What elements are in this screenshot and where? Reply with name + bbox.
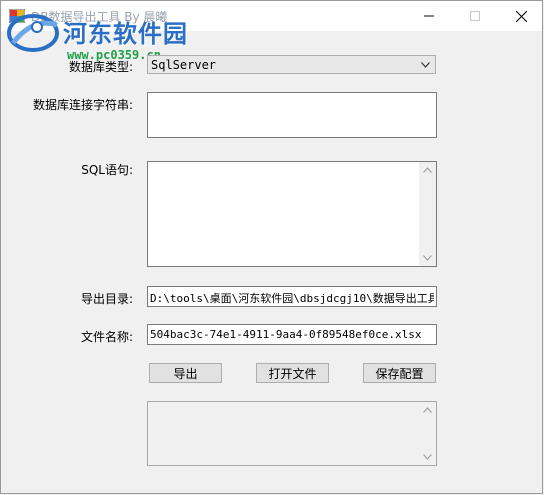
db-type-label: 数据库类型: — [68, 60, 133, 74]
log-output[interactable] — [147, 401, 437, 466]
scroll-down-icon[interactable] — [423, 255, 432, 261]
conn-string-input[interactable] — [147, 92, 437, 138]
app-window: DB数据导出工具 By 晨曦 河东软件园 www.pc0359.cn 数据库类型… — [0, 0, 543, 494]
watermark-logo-icon — [7, 14, 59, 52]
sql-scrollbar[interactable] — [419, 162, 436, 266]
sql-label: SQL语句: — [81, 163, 133, 177]
minimize-icon — [424, 15, 434, 17]
db-type-select[interactable]: SqlServer — [147, 55, 436, 74]
export-dir-value: D:\tools\桌面\河东软件园\dbsjdcgj10\数据导出工具 — [150, 292, 434, 305]
scroll-up-icon[interactable] — [423, 407, 432, 413]
maximize-button[interactable] — [452, 1, 498, 31]
scroll-down-icon[interactable] — [423, 454, 432, 460]
close-icon — [515, 10, 527, 22]
log-scrollbar[interactable] — [419, 402, 436, 465]
export-dir-input[interactable]: D:\tools\桌面\河东软件园\dbsjdcgj10\数据导出工具 — [147, 286, 437, 307]
export-button[interactable]: 导出 — [149, 363, 222, 383]
maximize-icon — [470, 11, 480, 21]
filename-value: 504bac3c-74e1-4911-9aa4-0f89548ef0ce.xls… — [150, 328, 422, 341]
chevron-down-icon — [421, 62, 430, 68]
conn-string-label: 数据库连接字符串: — [32, 98, 133, 112]
save-config-button[interactable]: 保存配置 — [363, 363, 436, 383]
open-file-button[interactable]: 打开文件 — [256, 363, 329, 383]
db-type-value: SqlServer — [151, 58, 217, 72]
filename-label: 文件名称: — [80, 330, 133, 344]
filename-input[interactable]: 504bac3c-74e1-4911-9aa4-0f89548ef0ce.xls… — [147, 324, 437, 345]
close-button[interactable] — [498, 1, 544, 31]
watermark-name: 河东软件园 — [63, 20, 188, 48]
sql-input[interactable] — [147, 161, 437, 267]
scroll-up-icon[interactable] — [423, 167, 432, 173]
minimize-button[interactable] — [406, 1, 452, 31]
export-dir-label: 导出目录: — [80, 292, 133, 306]
